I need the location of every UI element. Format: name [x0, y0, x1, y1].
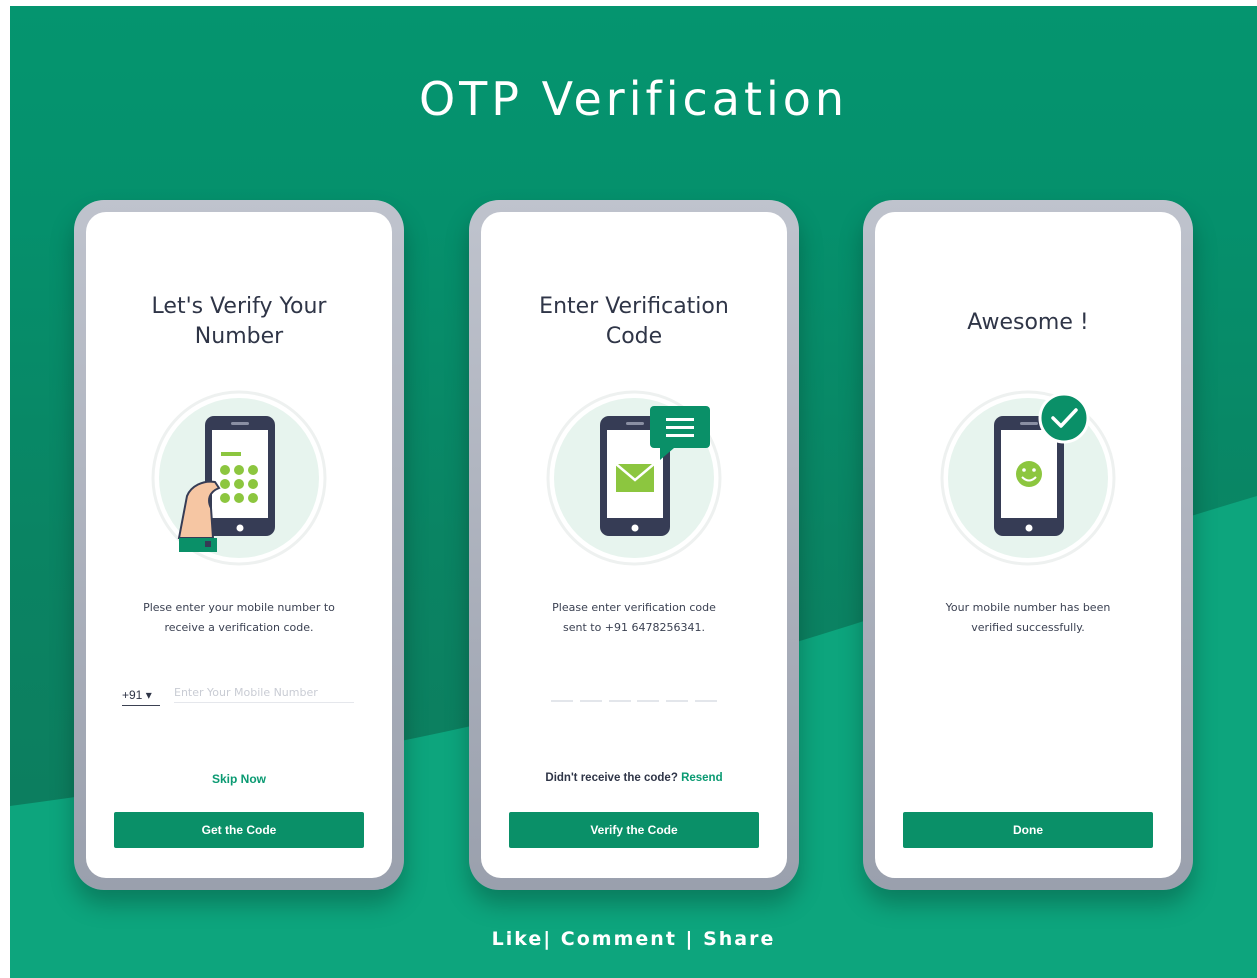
- hand-phone-keypad-icon: [151, 390, 327, 566]
- otp-digit-3[interactable]: [608, 700, 631, 702]
- description-line2: verified successfully.: [971, 621, 1085, 634]
- skip-now-link[interactable]: Skip Now: [86, 772, 392, 786]
- phone-message-envelope-icon: [546, 390, 722, 566]
- background-canvas: OTP Verification Let's Verify Your Numbe…: [10, 6, 1257, 978]
- description-line1: Please enter verification code: [552, 601, 716, 614]
- phone-mockup-enter-code: Enter Verification Code Please enter ver…: [469, 200, 799, 890]
- otp-code-input[interactable]: [551, 700, 717, 706]
- otp-digit-2[interactable]: [579, 700, 602, 702]
- verify-the-code-button[interactable]: Verify the Code: [509, 812, 759, 848]
- phone-mockup-verified: Awesome ! Your mobile number has been ve…: [863, 200, 1193, 890]
- otp-digit-6[interactable]: [694, 700, 717, 702]
- screen-title-line1: Let's Verify Your: [151, 294, 327, 319]
- screen-enter-code: Enter Verification Code Please enter ver…: [481, 212, 787, 878]
- screen-title-line2: Code: [605, 324, 663, 349]
- resend-link[interactable]: Resend: [681, 772, 723, 784]
- screen-title-line2: Number: [194, 324, 284, 349]
- screen-title-line1: Enter Verification: [539, 294, 729, 319]
- resend-row: Didn't receive the code? Resend: [481, 772, 787, 784]
- get-the-code-button[interactable]: Get the Code: [114, 812, 364, 848]
- done-button[interactable]: Done: [903, 812, 1153, 848]
- page-title: OTP Verification: [418, 72, 849, 126]
- footer-social-text: Like| Comment | Share: [491, 928, 776, 950]
- mobile-number-input[interactable]: [174, 686, 354, 703]
- description-line1: Your mobile number has been: [945, 601, 1111, 614]
- description-line2: sent to +91 6478256341.: [562, 621, 705, 634]
- resend-prompt: Didn't receive the code?: [545, 772, 678, 784]
- description-line1: Plese enter your mobile number to: [143, 601, 335, 614]
- phone-smiley-checkmark-icon: [940, 390, 1116, 566]
- screen-title: Awesome !: [967, 310, 1089, 335]
- description-line2: receive a verification code.: [164, 621, 314, 634]
- phone-mockup-verify-number: Let's Verify Your Number Plese enter you…: [74, 200, 404, 890]
- otp-digit-1[interactable]: [551, 700, 573, 702]
- screen-verify-number: Let's Verify Your Number Plese enter you…: [86, 212, 392, 878]
- otp-digit-4[interactable]: [637, 700, 660, 702]
- screen-verified: Awesome ! Your mobile number has been ve…: [875, 212, 1181, 878]
- country-code-select[interactable]: +91 ▾: [122, 688, 160, 706]
- otp-digit-5[interactable]: [666, 700, 689, 702]
